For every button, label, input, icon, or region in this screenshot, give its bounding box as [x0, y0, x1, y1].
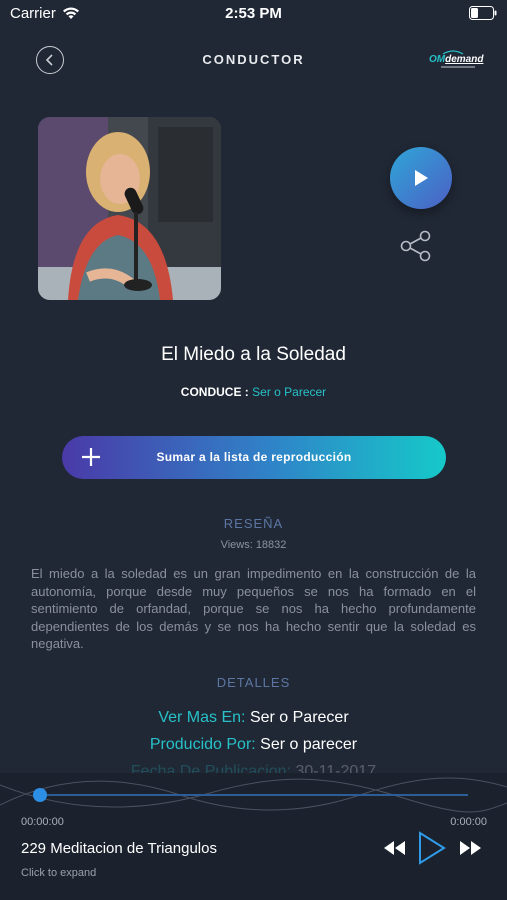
detail-label: Ver Mas En:: [158, 709, 246, 726]
share-icon: [400, 230, 431, 262]
mini-player[interactable]: 00:00:00 0:00:00 229 Meditacion de Trian…: [0, 773, 507, 900]
add-to-playlist-button[interactable]: Sumar a la lista de reproducción: [62, 436, 446, 479]
episode-cover-image: [38, 117, 221, 300]
clock: 2:53 PM: [225, 5, 282, 22]
details-heading: DETALLES: [216, 675, 291, 690]
review-heading: RESEÑA: [223, 516, 284, 531]
host-label: CONDUCE :: [180, 385, 249, 399]
cover-illustration: [38, 117, 221, 300]
play-icon[interactable]: [417, 831, 447, 865]
waveform-decoration: [0, 777, 507, 813]
progress-thumb[interactable]: [33, 788, 47, 802]
add-to-playlist-label: Sumar a la lista de reproducción: [156, 450, 352, 464]
detail-value[interactable]: Ser o Parecer: [250, 709, 349, 726]
play-icon: [415, 170, 428, 186]
time-total: 0:00:00: [450, 816, 487, 828]
logo-om: OM: [429, 54, 446, 65]
share-button[interactable]: [399, 229, 433, 263]
episode-description: El miedo a la soledad es un gran impedim…: [31, 566, 476, 651]
play-button[interactable]: [390, 147, 452, 209]
detail-value: Ser o parecer: [260, 736, 358, 753]
status-bar: Carrier 2:53 PM: [0, 0, 507, 28]
logo-text: OMdemand: [429, 54, 483, 65]
time-elapsed: 00:00:00: [21, 816, 64, 828]
detail-label: Producido Por:: [149, 736, 256, 753]
expand-hint[interactable]: Click to expand: [21, 867, 96, 879]
rewind-icon[interactable]: [383, 840, 407, 856]
brand-logo: OMdemand: [427, 48, 483, 70]
detail-row-producido: Producido Por: Ser o parecer: [0, 736, 507, 754]
track-title: 229 Meditacion de Triangulos: [21, 840, 217, 857]
logo-demand: demand: [445, 54, 484, 65]
host-line: CONDUCE : Ser o Parecer: [0, 385, 507, 399]
progress-track[interactable]: [40, 794, 468, 796]
detail-row-ver-mas: Ver Mas En: Ser o Parecer: [0, 709, 507, 727]
views-count: Views: 18832: [220, 539, 287, 551]
host-link[interactable]: Ser o Parecer: [252, 385, 326, 399]
forward-icon[interactable]: [458, 840, 482, 856]
battery-icon: [469, 6, 497, 20]
episode-title: El Miedo a la Soledad: [161, 344, 346, 365]
